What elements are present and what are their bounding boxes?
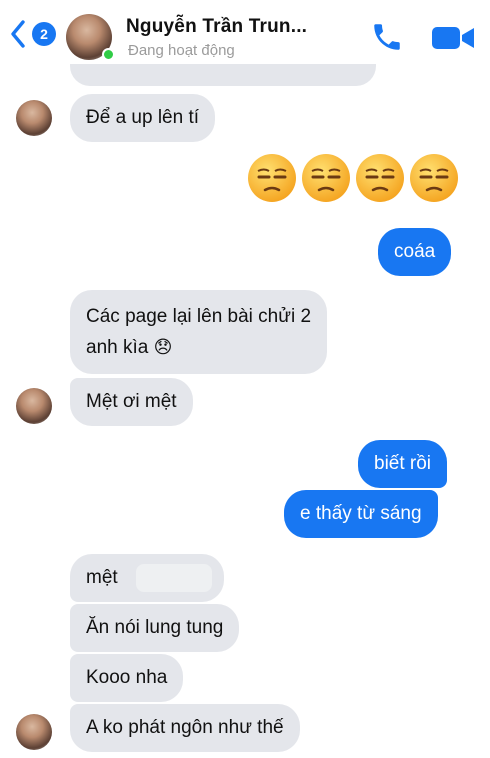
incoming-message[interactable]: Để a up lên tí [70, 94, 216, 142]
contact-name[interactable]: Nguyễn Trần Trun... [126, 16, 307, 38]
outgoing-message[interactable]: e thấy từ sáng [284, 490, 438, 538]
outgoing-message[interactable]: biết rồi [358, 440, 448, 488]
incoming-message[interactable]: A ko phát ngôn như thế [70, 704, 300, 752]
outgoing-message[interactable]: coáa [378, 228, 452, 276]
back-chevron-icon [11, 20, 25, 48]
back-button[interactable]: 2 [10, 18, 66, 52]
redacted-text [136, 564, 212, 592]
sender-avatar[interactable] [16, 100, 52, 136]
sender-avatar[interactable] [16, 388, 52, 424]
incoming-message[interactable]: Mệt ơi mệt [70, 378, 193, 426]
chat-header: 2 Nguyễn Trần Trun... Đang hoạt động [0, 0, 490, 70]
unamused-face-emoji [356, 154, 404, 202]
disappointed-face-emoji: 😞 [153, 337, 173, 357]
unread-count-badge: 2 [32, 22, 56, 46]
video-call-button[interactable] [430, 24, 478, 52]
incoming-message[interactable]: Các page lại lên bài chửi 2 anh kìa 😞 [70, 290, 328, 374]
unamused-face-emoji [410, 154, 458, 202]
unamused-face-emoji [302, 154, 350, 202]
sender-avatar[interactable] [16, 714, 52, 750]
incoming-message[interactable]: Ăn nói lung tung [70, 604, 240, 652]
previous-message-bubble [70, 64, 376, 86]
video-camera-icon [432, 27, 474, 49]
active-status: Đang hoạt động [128, 42, 235, 59]
emoji-message[interactable] [246, 152, 462, 204]
call-button[interactable] [370, 20, 404, 54]
phone-icon [374, 24, 400, 50]
unamused-face-emoji [248, 154, 296, 202]
online-indicator [102, 48, 115, 61]
message-text: anh kìa [86, 337, 149, 358]
incoming-message[interactable]: Kooo nha [70, 654, 184, 702]
message-line: anh kìa 😞 [86, 332, 311, 363]
message-line: Các page lại lên bài chửi 2 [86, 306, 312, 327]
